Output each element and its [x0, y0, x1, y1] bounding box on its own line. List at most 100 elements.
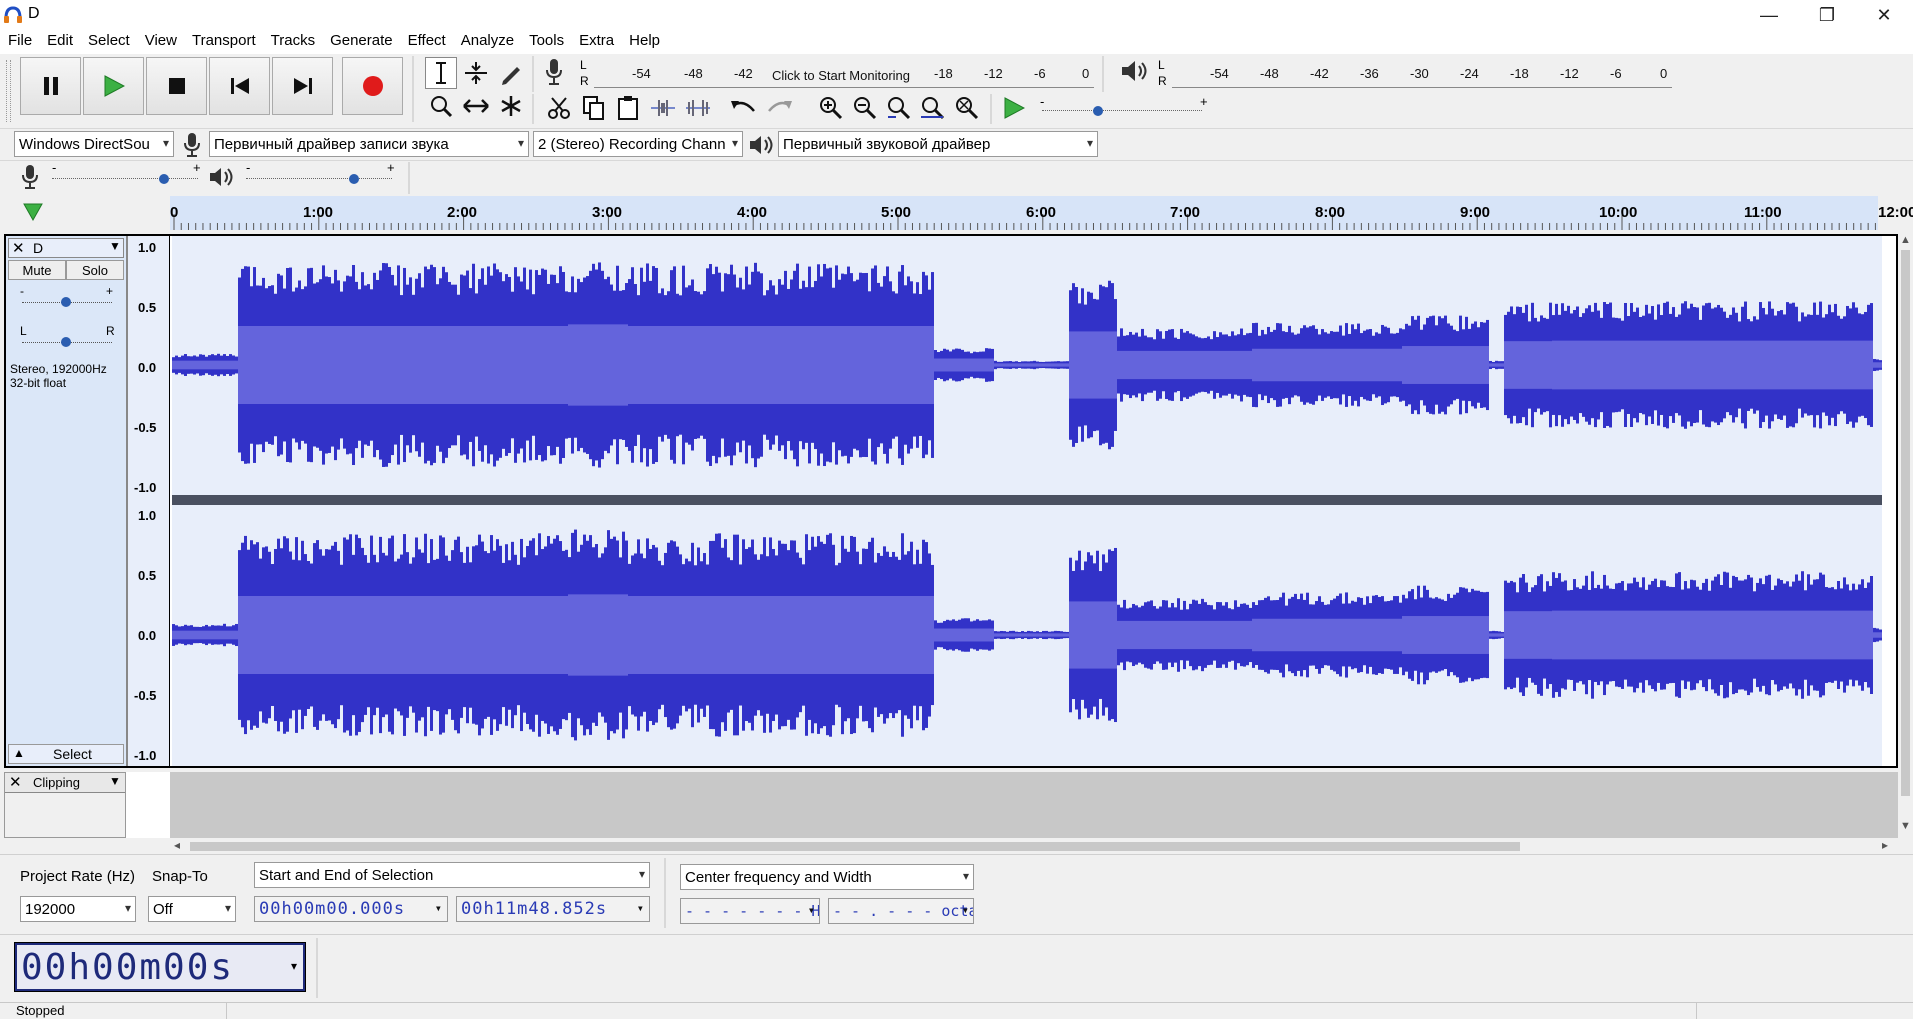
label-track-menu-chevron-icon[interactable]: ▼	[109, 774, 121, 788]
menu-effect[interactable]: Effect	[400, 30, 453, 54]
collapse-track-icon[interactable]: ▲	[13, 746, 25, 760]
close-label-track-icon[interactable]: ✕	[9, 773, 22, 791]
label-track-area[interactable]	[170, 772, 1898, 838]
gain-slider-thumb[interactable]	[60, 295, 72, 309]
menu-select[interactable]: Select	[80, 30, 137, 54]
copy-button[interactable]	[578, 92, 610, 124]
slider-thumb[interactable]	[1092, 104, 1104, 118]
scroll-left-icon[interactable]: ◂	[174, 838, 180, 852]
spectral-mode-dropdown[interactable]: Center frequency and Width ▾	[680, 864, 974, 890]
close-window-button[interactable]: ✕	[1855, 0, 1913, 30]
vertical-scrollbar[interactable]: ▲ ▼	[1898, 234, 1913, 836]
menu-transport[interactable]: Transport	[184, 30, 263, 54]
selection-tool[interactable]	[425, 57, 457, 89]
center-frequency-field[interactable]: - - - - - - - Hz ▾	[680, 898, 820, 924]
selection-mode-dropdown[interactable]: Start and End of Selection ▾	[254, 862, 650, 888]
menu-edit[interactable]: Edit	[39, 30, 80, 54]
solo-button[interactable]: Solo	[66, 260, 124, 280]
vertical-ruler[interactable]: 1.0 0.5 0.0 -0.5 -1.0 1.0 0.5 0.0 -0.5 -…	[128, 236, 170, 766]
play-at-speed-button[interactable]	[998, 92, 1030, 124]
paste-button[interactable]	[612, 92, 644, 124]
transport-grip[interactable]	[6, 60, 11, 122]
menu-analyze[interactable]: Analyze	[453, 30, 521, 54]
wave-rms	[556, 595, 559, 675]
wave-rms	[310, 325, 313, 405]
record-button[interactable]	[342, 57, 403, 115]
redo-button[interactable]	[763, 92, 795, 124]
snap-to-dropdown[interactable]: Off ▾	[148, 896, 236, 922]
audio-track[interactable]: ✕ D ▼ Mute Solo - + L R Stereo, 192000Hz…	[4, 234, 1898, 768]
play-meter[interactable]: -54 -48 -42 -36 -30 -24 -18 -12 -6 0	[1172, 58, 1672, 88]
recording-volume-slider[interactable]: - +	[48, 160, 203, 192]
fit-project-button[interactable]	[917, 92, 949, 124]
menu-file[interactable]: File	[0, 30, 39, 54]
zoom-tool[interactable]	[425, 90, 457, 122]
horizontal-scroll-thumb[interactable]	[190, 842, 1520, 851]
menu-help[interactable]: Help	[621, 30, 667, 54]
vertical-scroll-thumb[interactable]	[1901, 250, 1910, 796]
track-menu-chevron-icon[interactable]: ▼	[109, 239, 121, 253]
time-shift-tool[interactable]	[460, 90, 492, 122]
menu-generate[interactable]: Generate	[322, 30, 400, 54]
zoom-toggle-button[interactable]	[951, 92, 983, 124]
scroll-up-icon[interactable]: ▲	[1900, 234, 1911, 246]
menu-tools[interactable]: Tools	[521, 30, 571, 54]
pause-button[interactable]	[20, 57, 81, 115]
record-meter[interactable]: -54 -48 -42 Click to Start Monitoring -1…	[594, 58, 1094, 88]
record-meter-button[interactable]	[544, 58, 572, 88]
wave-rms	[547, 325, 550, 405]
cut-button[interactable]	[543, 92, 575, 124]
mute-button[interactable]: Mute	[8, 260, 66, 280]
pin-playhead-icon[interactable]	[22, 202, 44, 222]
selection-start-time[interactable]: 00h00m00.000s ▾	[254, 896, 448, 922]
undo-button[interactable]	[728, 92, 760, 124]
timeline-bar[interactable]: 0 1:00 2:00 3:00 4:00 5:00 6:00 7:00 8:0…	[170, 196, 1878, 230]
minimize-button[interactable]: —	[1740, 0, 1798, 30]
close-track-icon[interactable]: ✕	[12, 239, 25, 257]
skip-to-start-button[interactable]	[209, 57, 270, 115]
skip-to-end-button[interactable]	[272, 57, 333, 115]
restore-button[interactable]: ❐	[1798, 0, 1856, 30]
stop-button[interactable]	[146, 57, 207, 115]
playback-device-dropdown[interactable]: Первичный звуковой драйвер ▾	[778, 131, 1098, 157]
pan-slider-thumb[interactable]	[60, 335, 72, 349]
play-speed-slider[interactable]: - +	[1038, 94, 1210, 124]
track-name[interactable]: D	[33, 240, 43, 256]
menu-tracks[interactable]: Tracks	[263, 30, 322, 54]
menu-view[interactable]: View	[137, 30, 184, 54]
silence-audio-button[interactable]	[682, 92, 714, 124]
wave-rms	[1198, 620, 1201, 650]
slider-thumb[interactable]	[158, 172, 170, 186]
select-track-button[interactable]: Select	[53, 746, 92, 762]
project-rate-dropdown[interactable]: 192000 ▾	[20, 896, 136, 922]
trim-audio-button[interactable]	[647, 92, 679, 124]
wave-rms	[1879, 362, 1882, 368]
menu-extra[interactable]: Extra	[571, 30, 621, 54]
draw-tool[interactable]	[495, 57, 527, 89]
envelope-tool[interactable]	[460, 57, 492, 89]
playback-volume-slider[interactable]: - +	[242, 160, 397, 192]
play-button[interactable]	[83, 57, 144, 115]
selection-end-time[interactable]: 00h11m48.852s ▾	[456, 896, 650, 922]
slider-thumb[interactable]	[348, 172, 360, 186]
wave-rms	[1552, 610, 1555, 660]
play-meter-button[interactable]	[1120, 58, 1150, 88]
fit-selection-button[interactable]	[883, 92, 915, 124]
time-display[interactable]: 00h00m00s ▾	[14, 942, 306, 992]
recording-device-dropdown[interactable]: Первичный драйвер записи звука ▾	[209, 131, 529, 157]
timeline-tick: 4:00	[737, 204, 768, 221]
waveform-area[interactable]	[172, 236, 1882, 766]
zoom-out-button[interactable]	[849, 92, 881, 124]
label-track-name[interactable]: Clipping	[33, 775, 80, 790]
bandwidth-field[interactable]: - - . - - - octaves▾	[828, 898, 974, 924]
zoom-in-button[interactable]	[815, 92, 847, 124]
click-to-start-monitoring[interactable]: Click to Start Monitoring	[772, 68, 910, 83]
wave-rms	[982, 358, 985, 372]
multi-tool[interactable]	[495, 90, 527, 122]
scroll-right-icon[interactable]: ▸	[1882, 838, 1888, 852]
chevron-down-icon[interactable]: ▾	[291, 959, 297, 973]
wave-rms	[1630, 610, 1633, 660]
scroll-down-icon[interactable]: ▼	[1900, 820, 1911, 832]
audio-host-dropdown[interactable]: Windows DirectSou ▾	[14, 131, 174, 157]
recording-channels-dropdown[interactable]: 2 (Stereo) Recording Chann ▾	[533, 131, 743, 157]
